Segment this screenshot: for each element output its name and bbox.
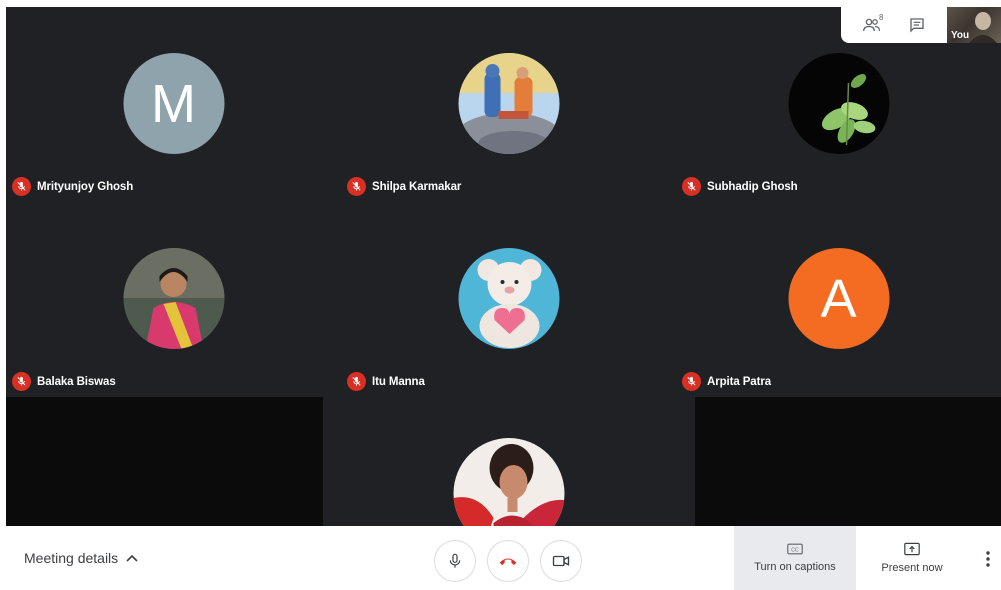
participant-name: Itu Manna [372, 375, 425, 388]
participant-tile-mrityunjoy[interactable]: M Mrityunjoy Ghosh [6, 7, 341, 202]
bottom-bar: Meeting details CC Turn on captions Pres… [0, 526, 1001, 590]
leave-call-button[interactable] [487, 540, 529, 582]
video-stage: M Mrityunjoy Ghosh Shilpa Karmakar Subha… [6, 7, 1001, 526]
chat-button[interactable] [902, 10, 932, 40]
participant-tile-itu[interactable]: Itu Manna [341, 202, 676, 397]
meeting-details-label: Meeting details [24, 550, 119, 566]
camera-button[interactable] [540, 540, 582, 582]
present-now-button[interactable]: Present now [862, 526, 962, 590]
top-controls: 8 [841, 7, 947, 43]
avatar [453, 438, 565, 526]
people-button[interactable]: 8 [857, 10, 887, 40]
present-screen-icon [904, 542, 920, 556]
participant-name: Mrityunjoy Ghosh [37, 180, 134, 193]
svg-text:CC: CC [791, 547, 799, 553]
people-icon [862, 18, 880, 32]
present-label: Present now [881, 562, 943, 574]
participant-name: Shilpa Karmakar [372, 180, 462, 193]
participant-name: Balaka Biswas [37, 375, 116, 388]
avatar [788, 53, 889, 154]
self-view[interactable]: You [947, 7, 1001, 43]
mic-off-icon [12, 177, 31, 196]
meeting-details-button[interactable]: Meeting details [24, 550, 138, 566]
empty-panel-left [6, 397, 323, 526]
avatar [458, 53, 559, 154]
mic-off-icon [682, 372, 701, 391]
participant-tile-partial[interactable] [323, 397, 695, 526]
mic-off-icon [682, 177, 701, 196]
empty-panel-right [695, 397, 1001, 526]
microphone-button[interactable] [434, 540, 476, 582]
mic-off-icon [12, 372, 31, 391]
avatar: A [788, 248, 889, 349]
captions-label: Turn on captions [754, 561, 836, 573]
camera-icon [552, 555, 570, 567]
avatar: M [123, 53, 224, 154]
captions-button[interactable]: CC Turn on captions [734, 526, 856, 590]
participant-name: Subhadip Ghosh [707, 180, 798, 193]
chat-icon [909, 18, 924, 33]
avatar [458, 248, 559, 349]
closed-captions-icon: CC [787, 543, 803, 555]
participant-tile-arpita[interactable]: A Arpita Patra [676, 202, 1001, 397]
microphone-icon [449, 553, 461, 568]
chevron-up-icon [126, 554, 138, 562]
self-label: You [951, 30, 970, 41]
participant-name: Arpita Patra [707, 375, 771, 388]
more-options-button[interactable] [978, 546, 998, 572]
mic-off-icon [347, 177, 366, 196]
avatar [123, 248, 224, 349]
more-vert-icon [986, 551, 990, 567]
hang-up-icon [499, 558, 517, 566]
mic-off-icon [347, 372, 366, 391]
participant-tile-shilpa[interactable]: Shilpa Karmakar [341, 7, 676, 202]
participant-count: 8 [879, 13, 884, 22]
participant-tile-balaka[interactable]: Balaka Biswas [6, 202, 341, 397]
